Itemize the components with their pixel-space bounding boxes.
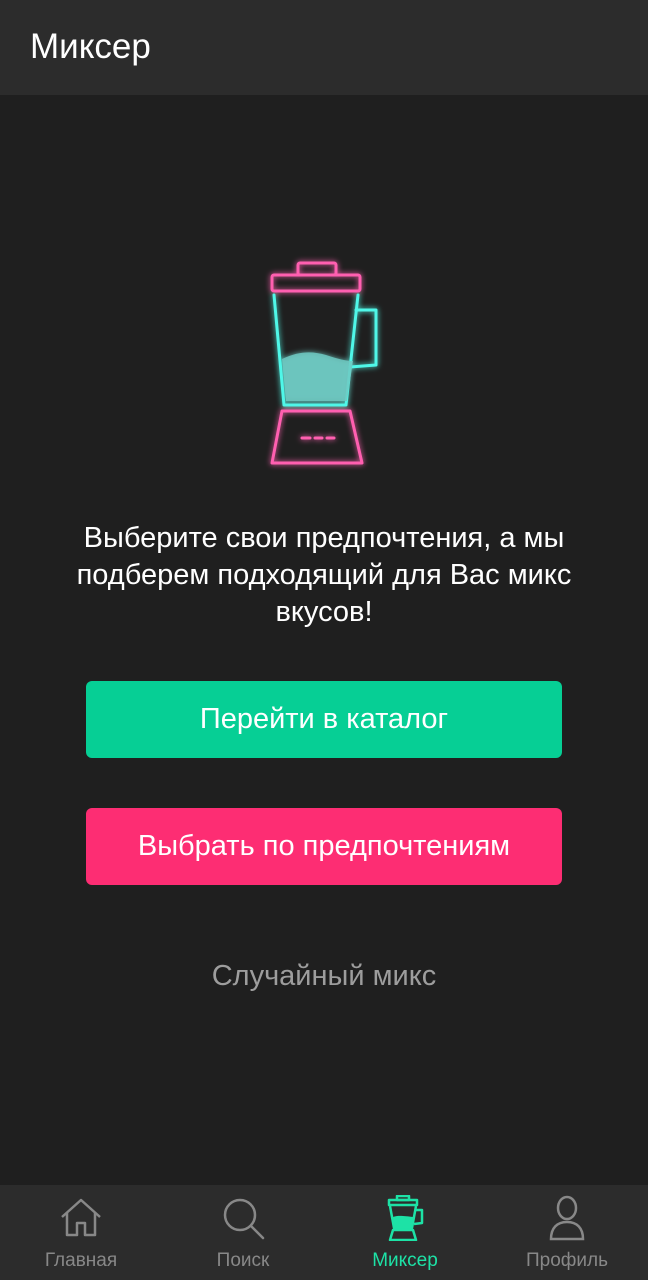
- search-icon: [223, 1198, 265, 1240]
- nav-item-home[interactable]: Главная: [0, 1185, 162, 1280]
- nav-label: Главная: [44, 1250, 118, 1271]
- random-mix-link[interactable]: Случайный микс: [0, 956, 648, 996]
- go-to-catalog-button[interactable]: Перейти в каталог: [86, 681, 562, 758]
- nav-label: Миксер: [372, 1250, 438, 1271]
- app-screen: Миксер Выберите свои предпочтения, а мы …: [0, 0, 648, 1280]
- nav-label: Профиль: [525, 1250, 609, 1271]
- page-title: Миксер: [30, 27, 151, 66]
- bottom-navigation: Главная Поиск Миксер Профиль: [0, 1185, 648, 1280]
- blender-icon: [387, 1195, 424, 1241]
- nav-item-profile[interactable]: Профиль: [486, 1185, 648, 1280]
- home-icon: [61, 1198, 101, 1237]
- profile-icon: [549, 1195, 585, 1241]
- neon-blender-icon: [254, 255, 394, 475]
- nav-label: Поиск: [216, 1250, 270, 1271]
- top-app-bar: Миксер: [0, 0, 648, 95]
- nav-item-search[interactable]: Поиск: [162, 1185, 324, 1280]
- choose-by-preferences-button[interactable]: Выбрать по предпочтениям: [86, 808, 562, 885]
- intro-message: Выберите свои предпочтения, а мы подбере…: [76, 522, 572, 628]
- nav-item-mixer[interactable]: Миксер: [324, 1185, 486, 1280]
